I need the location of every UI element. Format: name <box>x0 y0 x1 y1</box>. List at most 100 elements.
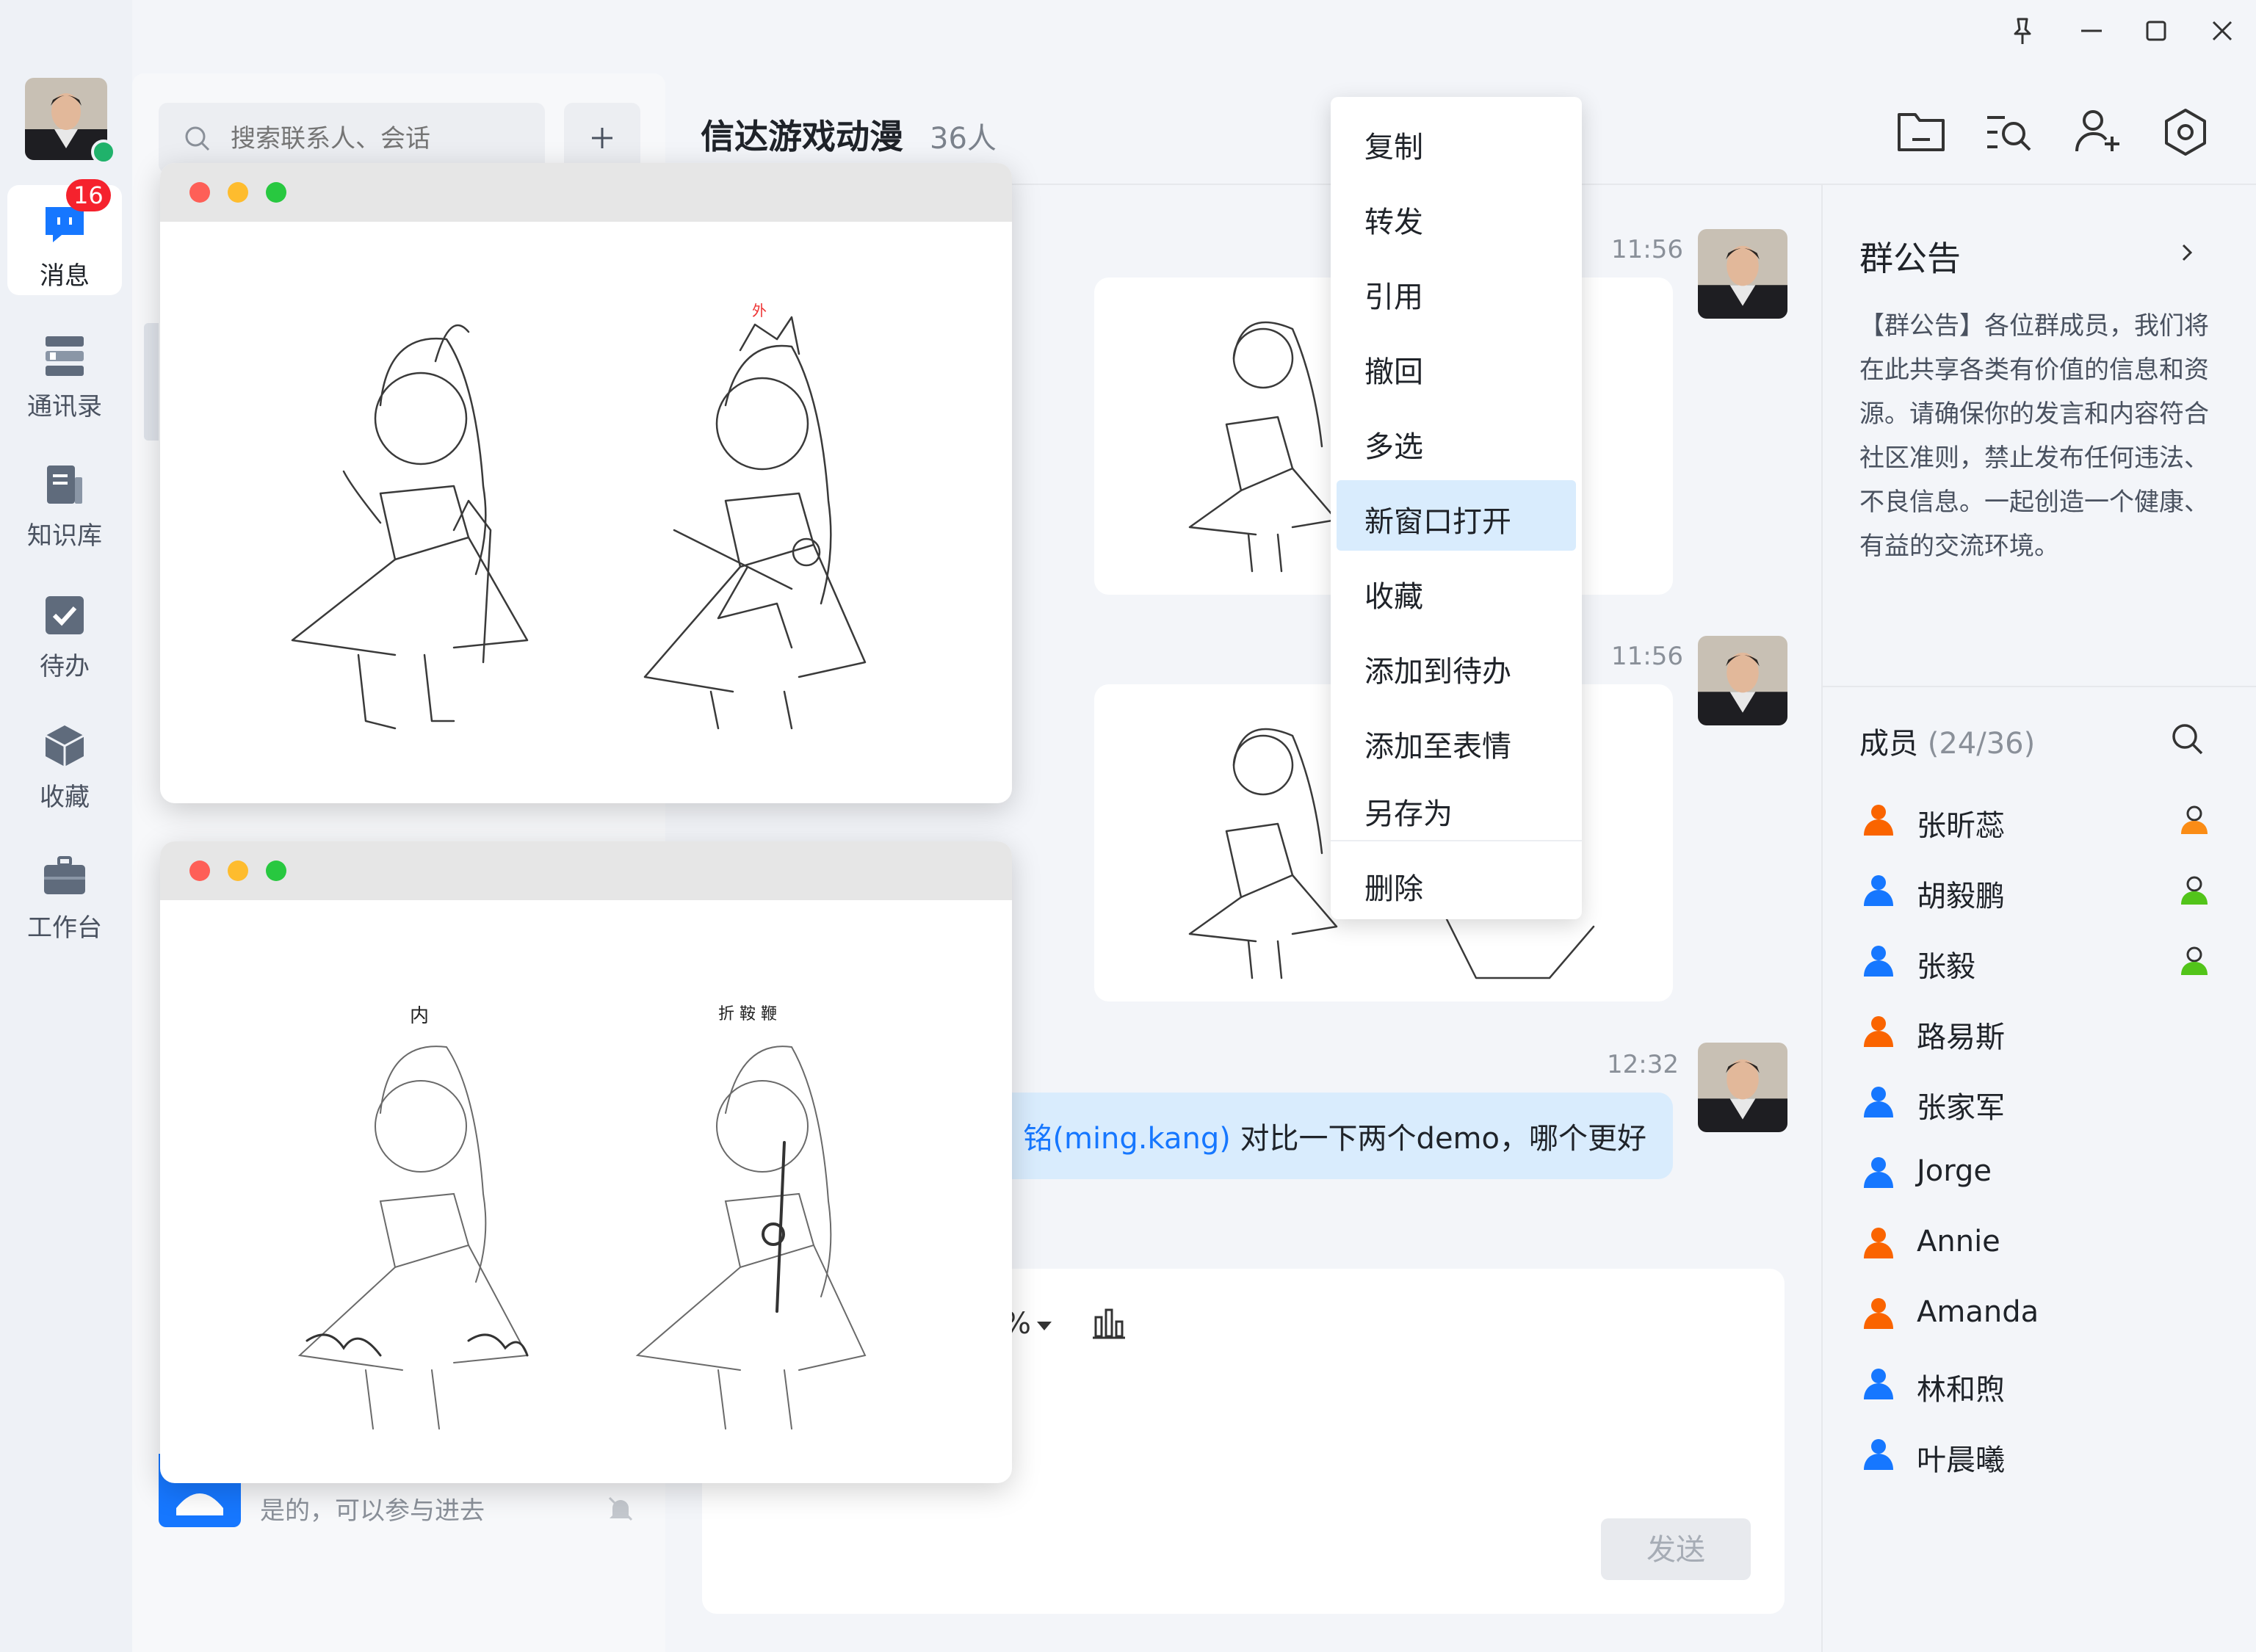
member-item[interactable]: 路易斯 <box>1861 1009 2221 1054</box>
menu-item-open-in-new-window[interactable]: 新窗口打开 <box>1337 480 1576 551</box>
member-name: 路易斯 <box>1917 1021 2005 1054</box>
nav-favorites[interactable]: 收藏 <box>7 706 122 816</box>
menu-item-favorite[interactable]: 收藏 <box>1337 555 1576 626</box>
send-button[interactable]: 发送 <box>1601 1518 1751 1580</box>
window-zoom-dot[interactable] <box>266 861 286 881</box>
menu-item-label: 添加至表情 <box>1364 730 1511 764</box>
nav-favorites-label: 收藏 <box>40 783 90 812</box>
menu-item-delete[interactable]: 删除 <box>1337 847 1576 918</box>
character-sketch-image: 内 折 鞍 鞭 <box>297 1005 867 1430</box>
member-item[interactable]: Amanda <box>1861 1291 2221 1335</box>
window-title-bar[interactable] <box>160 163 1012 222</box>
panel-divider <box>1821 686 2256 687</box>
sender-avatar[interactable] <box>1698 636 1787 725</box>
image-preview-window[interactable]: 外 <box>160 163 1012 803</box>
member-item[interactable]: 张家军 <box>1861 1079 2221 1125</box>
menu-item-add-to-stickers[interactable]: 添加至表情 <box>1337 705 1576 775</box>
member-person-icon <box>1864 805 1893 836</box>
folder-icon[interactable] <box>1892 103 1950 162</box>
sketch-label: 折 鞍 鞭 <box>718 1005 777 1024</box>
window-close-dot[interactable] <box>189 182 210 203</box>
member-role-icon <box>2181 946 2208 975</box>
pin-icon[interactable] <box>2005 13 2040 48</box>
nav-messages-label: 消息 <box>40 261 90 291</box>
nav-workbench-label: 工作台 <box>27 913 102 943</box>
member-item[interactable]: 张昕蕊 <box>1861 797 2221 843</box>
window-close-dot[interactable] <box>189 861 210 881</box>
settings-hexagon-icon[interactable] <box>2156 103 2215 162</box>
nav-workbench[interactable]: 工作台 <box>7 837 122 947</box>
member-person-icon <box>1864 1157 1893 1188</box>
dropdown-caret-icon[interactable] <box>1035 1317 1053 1335</box>
image-preview-window[interactable]: 内 折 鞍 鞭 <box>160 841 1012 1483</box>
text-message[interactable]: 铭(ming.kang) 对比一下两个demo，哪个更好 <box>955 1093 1673 1179</box>
window-minimize-dot[interactable] <box>228 861 248 881</box>
mute-bell-icon <box>608 1496 633 1521</box>
menu-item-label: 复制 <box>1364 131 1423 164</box>
member-name: 张家军 <box>1917 1091 2005 1125</box>
member-person-icon <box>1864 875 1893 906</box>
nav-contacts[interactable]: 通讯录 <box>7 316 122 426</box>
list-item-edge <box>144 323 159 441</box>
menu-item-save-as[interactable]: 另存为 <box>1337 772 1576 843</box>
character-sketch-image: 外 <box>291 302 867 730</box>
mention-link[interactable]: 铭(ming.kang) <box>1023 1122 1230 1156</box>
window-minimize-dot[interactable] <box>228 182 248 203</box>
menu-item-copy[interactable]: 复制 <box>1337 106 1576 176</box>
nav-todo-label: 待办 <box>40 652 90 681</box>
member-item[interactable]: Annie <box>1861 1220 2221 1264</box>
conversation-preview: 是的，可以参与进去 <box>260 1496 485 1526</box>
member-name: Jorge <box>1917 1154 1992 1188</box>
menu-item-recall[interactable]: 撤回 <box>1337 330 1576 401</box>
menu-item-label: 收藏 <box>1364 580 1423 614</box>
nav-todo[interactable]: 待办 <box>7 576 122 686</box>
menu-item-add-to-todo[interactable]: 添加到待办 <box>1337 630 1576 700</box>
member-item[interactable]: 叶晨曦 <box>1861 1432 2221 1477</box>
poll-chart-icon[interactable] <box>1090 1304 1128 1342</box>
search-input[interactable] <box>229 117 526 160</box>
add-member-icon[interactable] <box>2068 103 2127 162</box>
sketch-label: 外 <box>752 302 767 319</box>
nav-knowledge-base[interactable]: 知识库 <box>7 445 122 555</box>
close-icon[interactable] <box>2205 13 2240 48</box>
member-name: 张昕蕊 <box>1917 809 2005 843</box>
announcement-text: 【群公告】各位群成员，我们将在此共享各类有价值的信息和资源。请确保你的发言和内容… <box>1859 311 2209 561</box>
chat-title: 信达游戏动漫 <box>701 117 903 156</box>
maximize-icon[interactable] <box>2138 13 2174 48</box>
window-title-bar[interactable] <box>160 841 1012 900</box>
member-person-icon <box>1864 1439 1893 1470</box>
menu-item-label: 新窗口打开 <box>1364 505 1511 539</box>
window-zoom-dot[interactable] <box>266 182 286 203</box>
announcement-title[interactable]: 群公告 <box>1859 232 1961 280</box>
member-name: Amanda <box>1917 1295 2039 1329</box>
menu-item-forward[interactable]: 转发 <box>1337 181 1576 251</box>
sender-avatar[interactable] <box>1698 229 1787 319</box>
member-item[interactable]: Jorge <box>1861 1150 2221 1194</box>
search-history-icon[interactable] <box>1980 103 2039 162</box>
message-context-menu: 复制转发引用 撤回多选新窗口打开收藏添加到待办添加至表情另存为 删除 <box>1331 97 1582 919</box>
sender-avatar[interactable] <box>1698 1043 1787 1132</box>
member-item[interactable]: 林和煦 <box>1861 1361 2221 1407</box>
member-search-icon[interactable] <box>2168 720 2206 758</box>
nav-knowledge-base-label: 知识库 <box>27 521 102 551</box>
members-title: 成员 <box>1859 727 1918 761</box>
member-item[interactable]: 胡毅鹏 <box>1861 868 2221 913</box>
contacts-icon <box>41 332 88 379</box>
members-count: (24/36) <box>1927 727 2036 761</box>
member-item[interactable]: 张毅 <box>1861 938 2221 984</box>
member-person-icon <box>1864 946 1893 977</box>
menu-item-label: 多选 <box>1364 430 1423 464</box>
search-icon <box>185 126 210 151</box>
menu-item-quote[interactable]: 引用 <box>1337 256 1576 326</box>
message-text: 对比一下两个demo，哪个更好 <box>1230 1122 1646 1156</box>
menu-item-label: 转发 <box>1364 206 1423 239</box>
members-header: 成员 (24/36) <box>1859 720 2035 762</box>
favorites-box-icon <box>41 722 88 769</box>
member-role-icon <box>2181 805 2208 834</box>
plus-icon <box>592 128 612 148</box>
menu-item-multi-select[interactable]: 多选 <box>1337 405 1576 476</box>
member-name: 叶晨曦 <box>1917 1443 2005 1477</box>
chevron-right-icon[interactable] <box>2174 239 2200 266</box>
message-time: 11:56 <box>1611 642 1683 671</box>
minimize-icon[interactable] <box>2074 13 2109 48</box>
